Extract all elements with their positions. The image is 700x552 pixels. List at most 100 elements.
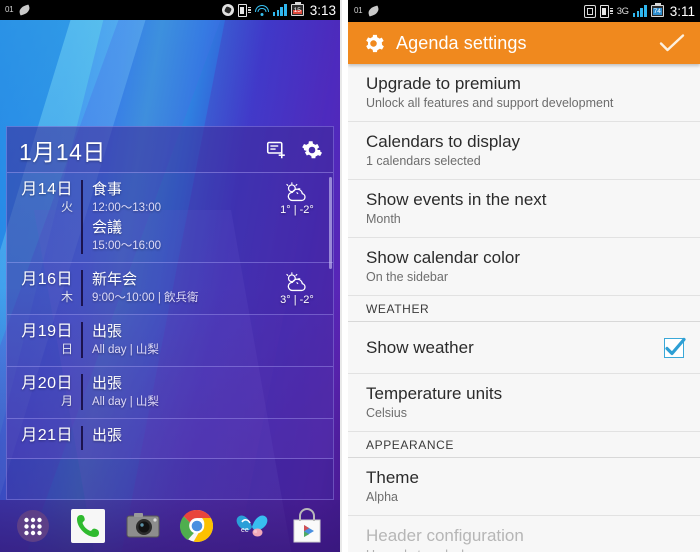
- battery-icon: 15: [290, 2, 304, 16]
- event-time: 12:00〜13:00: [92, 202, 162, 214]
- left-phone-homescreen: 01 15 3:13 1月14日 月14日 火 食事 12:00〜13:00 会…: [0, 0, 340, 552]
- event-date-col: 月20日 月: [7, 374, 81, 410]
- event-date-col: 月21日: [7, 426, 81, 450]
- setting-show-events-in-the-next[interactable]: Show events in the next Month: [348, 180, 700, 238]
- setting-title: Calendars to display: [366, 132, 521, 151]
- agenda-event-list[interactable]: 月14日 火 食事 12:00〜13:00 会議 15:00〜16:00 1° …: [7, 173, 333, 459]
- widget-scrollbar[interactable]: [329, 173, 332, 459]
- section-label: APPEARANCE: [366, 438, 455, 452]
- event-title: 新年会: [92, 271, 138, 288]
- widget-header-actions: [266, 139, 323, 161]
- table-row[interactable]: 月14日 火 食事 12:00〜13:00 会議 15:00〜16:00 1° …: [7, 173, 333, 263]
- play-store-icon[interactable]: [288, 507, 326, 545]
- chrome-icon[interactable]: [178, 507, 216, 545]
- wifi-icon: [254, 4, 269, 16]
- show-weather-checkbox[interactable]: [664, 337, 686, 358]
- setting-subtitle: 1 calendars selected: [366, 154, 481, 168]
- setting-title: Theme: [366, 468, 419, 487]
- weather-temps: 1° | -2°: [280, 204, 314, 216]
- setting-title: Show weather: [366, 338, 474, 357]
- gear-icon[interactable]: [301, 139, 323, 161]
- gear-icon: [362, 32, 385, 55]
- list-item[interactable]: 新年会 9:00〜10:00 | 飲兵衛: [92, 270, 269, 306]
- event-title: 出張: [92, 427, 123, 444]
- weather-col: [269, 426, 325, 450]
- leaf-icon: [367, 5, 381, 17]
- alarm-icon: [583, 4, 596, 18]
- setting-header-configuration[interactable]: Header configuration Upgrade to unlock: [348, 516, 700, 552]
- event-date: 月16日: [21, 271, 73, 288]
- notification-count-text: 01: [5, 5, 14, 14]
- butterfly-app-icon[interactable]: ee: [233, 507, 271, 545]
- setting-theme[interactable]: Theme Alpha: [348, 458, 700, 516]
- right-status-icons: 3G 74 3:11: [583, 3, 695, 19]
- setting-temperature-units[interactable]: Temperature units Celsius: [348, 374, 700, 432]
- table-row[interactable]: 月20日 月 出張 All day | 山梨: [7, 367, 333, 419]
- event-body: 出張 All day | 山梨: [83, 374, 269, 410]
- event-title: 会議: [92, 219, 123, 236]
- app-drawer-icon[interactable]: [14, 507, 52, 545]
- list-item[interactable]: 会議 15:00〜16:00: [92, 218, 269, 254]
- add-event-icon[interactable]: [266, 139, 287, 160]
- battery-percent: 74: [653, 7, 661, 15]
- weather-col: 1° | -2°: [269, 180, 325, 254]
- event-body: 食事 12:00〜13:00 会議 15:00〜16:00: [83, 180, 269, 254]
- event-date: 月14日: [21, 181, 73, 198]
- right-phone-settings: 01 3G 74 3:11 Agenda settings Upgrade to…: [340, 0, 700, 552]
- list-item[interactable]: 出張: [92, 426, 269, 446]
- left-status-notifications: 01: [5, 4, 222, 16]
- setting-title: Show calendar color: [366, 248, 521, 267]
- home-dock: ee: [0, 500, 340, 552]
- settings-action-bar: Agenda settings: [348, 22, 700, 64]
- setting-subtitle: On the sidebar: [366, 270, 448, 284]
- partly-cloudy-icon: [283, 182, 311, 203]
- event-body: 出張: [83, 426, 269, 450]
- widget-date-title: 1月14日: [19, 138, 106, 165]
- right-status-bar[interactable]: 01 3G 74 3:11: [348, 0, 700, 22]
- battery-icon: 74: [650, 3, 664, 17]
- event-title: 出張: [92, 323, 123, 340]
- settings-list[interactable]: Upgrade to premium Unlock all features a…: [348, 64, 700, 552]
- widget-header: 1月14日: [7, 127, 333, 173]
- event-title: 食事: [92, 181, 123, 198]
- partly-cloudy-icon: [283, 272, 311, 293]
- sim-card-icon: [599, 4, 613, 18]
- setting-show-weather[interactable]: Show weather: [348, 322, 700, 374]
- setting-upgrade-to-premium[interactable]: Upgrade to premium Unlock all features a…: [348, 64, 700, 122]
- event-date: 月21日: [21, 427, 73, 444]
- setting-subtitle: Upgrade to unlock: [366, 547, 684, 552]
- table-row[interactable]: 月16日 木 新年会 9:00〜10:00 | 飲兵衛 3° | -2°: [7, 263, 333, 315]
- event-date-col: 月19日 日: [7, 322, 81, 358]
- setting-calendars-to-display[interactable]: Calendars to display 1 calendars selecte…: [348, 122, 700, 180]
- left-status-bar[interactable]: 01 15 3:13: [0, 0, 340, 20]
- event-dayofweek: 月: [60, 394, 73, 408]
- event-body: 出張 All day | 山梨: [83, 322, 269, 358]
- check-icon[interactable]: [658, 32, 686, 54]
- setting-subtitle: Celsius: [366, 406, 407, 420]
- camera-icon[interactable]: [124, 507, 162, 545]
- phone-icon[interactable]: [69, 507, 107, 545]
- setting-title: Upgrade to premium: [366, 74, 521, 93]
- list-item[interactable]: 出張 All day | 山梨: [92, 374, 269, 410]
- event-dayofweek: 日: [60, 342, 73, 356]
- table-row[interactable]: 月21日 出張: [7, 419, 333, 459]
- list-item[interactable]: 食事 12:00〜13:00: [92, 180, 269, 216]
- setting-title: Header configuration: [366, 526, 524, 545]
- table-row[interactable]: 月19日 日 出張 All day | 山梨: [7, 315, 333, 367]
- signal-bars-icon: [272, 4, 287, 16]
- weather-temps: 3° | -2°: [280, 294, 314, 306]
- section-header-appearance: APPEARANCE: [348, 432, 700, 458]
- setting-show-calendar-color[interactable]: Show calendar color On the sidebar: [348, 238, 700, 296]
- agenda-calendar-widget[interactable]: 1月14日 月14日 火 食事 12:00〜13:00 会議 15:00〜16:…: [6, 126, 334, 500]
- signal-bars-icon: [632, 5, 647, 17]
- network-type-label: 3G: [616, 5, 629, 17]
- weather-col: [269, 374, 325, 410]
- scrollbar-thumb[interactable]: [329, 177, 332, 269]
- setting-title: Show events in the next: [366, 190, 547, 209]
- left-status-icons: 15 3:13: [221, 2, 336, 18]
- weather-col: [269, 322, 325, 358]
- event-time: All day | 山梨: [92, 396, 159, 408]
- right-clock: 3:11: [669, 3, 695, 19]
- list-item[interactable]: 出張 All day | 山梨: [92, 322, 269, 358]
- page-title: Agenda settings: [396, 32, 527, 53]
